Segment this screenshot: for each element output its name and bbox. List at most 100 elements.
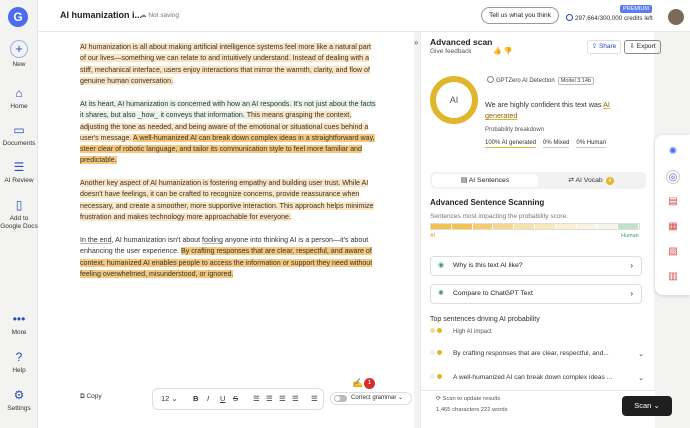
- tab-ai-sentences[interactable]: ▤ AI Sentences: [432, 174, 538, 187]
- correct-grammar-toggle[interactable]: Correct grammar ⌄: [330, 392, 413, 405]
- home-icon: ⌂: [15, 86, 23, 100]
- notification-badge[interactable]: 1: [364, 378, 375, 389]
- nav-settings-label: Settings: [7, 405, 31, 412]
- impact-bar-segment: [534, 224, 556, 229]
- character-count: 1,465 characters 222 words: [436, 407, 508, 413]
- align-icon[interactable]: ☰: [311, 394, 318, 403]
- nav-home[interactable]: ⌂ Home: [0, 86, 38, 111]
- nav-new-label: New: [12, 61, 26, 68]
- gptzero-icon: [487, 76, 494, 83]
- format-toolbar: ⧉ Copy 12 ⌄ B I U S ☰ ☰ ☰ ☰ ☰ Correct gr…: [68, 388, 413, 410]
- high-impact-legend: High AI impact: [430, 328, 492, 335]
- ai-detect-tool-icon[interactable]: ◎: [666, 170, 680, 184]
- tab-ai-vocab[interactable]: ⇄ AI Vocab 4: [538, 174, 644, 187]
- impact-bar-segment: [555, 224, 577, 229]
- nav-new[interactable]: + New: [0, 40, 38, 69]
- italic-button[interactable]: I: [207, 394, 209, 403]
- share-button[interactable]: ⇪ Share: [587, 40, 621, 54]
- why-ai-like-button[interactable]: ◉ Why is this text AI like? ›: [430, 256, 642, 276]
- sentence-text: By crafting responses that are clear, re…: [453, 350, 609, 357]
- top-bar: AI humanization i... ☁ Not saving Tell u…: [38, 0, 690, 32]
- give-feedback-label: Give feedback: [430, 48, 472, 55]
- chevron-down-icon: ⌄: [653, 401, 660, 410]
- more-icon: •••: [12, 312, 26, 326]
- gptzero-icon: ◉: [438, 262, 445, 269]
- source-tool-icon[interactable]: ▧: [666, 245, 680, 259]
- nav-google-docs-label: Add to Google Docs: [0, 215, 38, 230]
- text-segment: AI humanization is all about making arti…: [80, 43, 371, 85]
- export-button[interactable]: ⇩ Export: [624, 40, 661, 54]
- text-segment: _how_: [137, 111, 159, 120]
- gauge-label: AI: [449, 95, 459, 105]
- ai-score-gauge: AI: [430, 76, 478, 124]
- export-icon: ⇩: [629, 43, 637, 50]
- numbered-list-icon[interactable]: ☰: [253, 394, 260, 403]
- breakdown-mixed: 0% Mixed: [543, 140, 570, 148]
- gptzero-logo[interactable]: G: [8, 7, 28, 27]
- chevron-right-icon: ›: [630, 289, 633, 298]
- impact-bar-segment: [431, 224, 452, 229]
- confidence-statement: We are highly confident this text was AI…: [485, 99, 635, 121]
- impact-bar-segment: [597, 224, 619, 229]
- nav-help[interactable]: ? Help: [0, 350, 38, 375]
- sentence-item[interactable]: By crafting responses that are clear, re…: [430, 350, 644, 357]
- breakdown-ai: 100% AI generated: [485, 140, 537, 148]
- scan-panel: Advanced scan Give feedback 👍 👎 ⇪ Share …: [420, 32, 672, 428]
- premium-badge: PREMIUM: [620, 5, 652, 13]
- avatar[interactable]: [668, 9, 684, 25]
- impact-dots-icon: [430, 350, 453, 357]
- underline-button[interactable]: U: [220, 394, 225, 403]
- bullet-list-icon[interactable]: ☰: [266, 394, 273, 403]
- detector-info: GPTZero AI Detection Model 3.14b: [487, 76, 594, 85]
- thumbs-down-icon[interactable]: 👎: [504, 48, 513, 55]
- bold-button[interactable]: B: [193, 394, 198, 403]
- nav-help-label: Help: [12, 367, 26, 374]
- gear-icon: ⚙: [13, 388, 25, 402]
- panel-title: Advanced scan: [430, 37, 493, 47]
- detector-name: GPTZero AI Detection: [496, 78, 555, 84]
- impact-scale-bar: [430, 223, 640, 230]
- font-size-select[interactable]: 12 ⌄: [161, 394, 178, 403]
- sentence-item[interactable]: A well-humanized AI can break down compl…: [430, 374, 644, 381]
- saving-status: ☁ Not saving: [140, 11, 179, 19]
- compare-chatgpt-button[interactable]: ✺ Compare to ChatGPT Text ›: [430, 284, 642, 304]
- scan-button[interactable]: Scan ⌄: [622, 396, 672, 416]
- editor-paragraph[interactable]: Another key aspect of AI humanization is…: [80, 178, 378, 223]
- strikethrough-button[interactable]: S: [233, 394, 238, 403]
- nav-home-label: Home: [10, 103, 28, 110]
- correct-grammar-label: Correct grammar: [351, 395, 397, 401]
- pencil-hand-icon[interactable]: ✍: [352, 378, 363, 389]
- gptzero-tool-icon[interactable]: ✺: [666, 145, 680, 159]
- thumbs-up-icon[interactable]: 👍: [493, 48, 502, 55]
- plagiarism-tool-icon[interactable]: ▦: [666, 220, 680, 234]
- nav-ai-review[interactable]: ☰ AI Review: [0, 160, 38, 185]
- scale-right-label: Human: [621, 233, 639, 239]
- nav-settings[interactable]: ⚙ Settings: [0, 388, 38, 413]
- text-segment: it conveys that information.: [158, 111, 247, 120]
- feedback-button[interactable]: Tell us what you think: [481, 7, 559, 24]
- help-icon: ?: [15, 350, 23, 364]
- openai-icon: ✺: [438, 290, 444, 297]
- citation-tool-icon[interactable]: ▥: [666, 270, 680, 284]
- collapse-panel-icon[interactable]: »: [414, 38, 418, 47]
- impact-bar-segment: [618, 224, 639, 229]
- editor-paragraph[interactable]: At its heart, AI humanization is concern…: [80, 99, 378, 167]
- impact-bar-segment: [493, 224, 515, 229]
- editor-paragraph[interactable]: In the end, AI humanization isn't about …: [80, 235, 378, 280]
- share-icon: ⇪: [591, 43, 599, 50]
- editor-paragraph[interactable]: AI humanization is all about making arti…: [80, 42, 378, 87]
- scan-footer: ⟳ Scan to update results 1,465 character…: [421, 390, 672, 428]
- outdent-icon[interactable]: ☰: [279, 394, 286, 403]
- nav-google-docs[interactable]: ▯ Add to Google Docs: [0, 198, 38, 230]
- report-tool-icon[interactable]: ▤: [666, 195, 680, 209]
- editor[interactable]: AI humanization is all about making arti…: [38, 32, 414, 428]
- left-nav: G + New ⌂ Home ▭ Documents ☰ AI Review ▯…: [0, 0, 38, 428]
- indent-icon[interactable]: ☰: [292, 394, 299, 403]
- nav-more[interactable]: ••• More: [0, 312, 38, 337]
- nav-documents[interactable]: ▭ Documents: [0, 123, 38, 148]
- toggle-switch[interactable]: [334, 395, 347, 402]
- scale-left-label: AI: [430, 233, 436, 239]
- copy-button[interactable]: ⧉ Copy: [80, 393, 102, 401]
- document-title[interactable]: AI humanization i...: [60, 10, 142, 20]
- folder-icon: ▭: [13, 123, 25, 137]
